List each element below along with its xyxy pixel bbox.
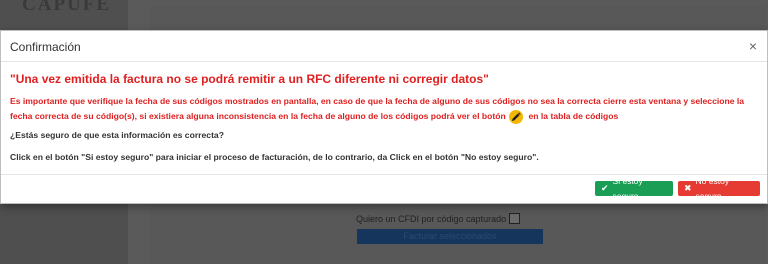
modal-header: Confirmación × (1, 31, 767, 62)
modal-title: Confirmación (10, 40, 81, 54)
warning-headline: "Una vez emitida la factura no se podrá … (10, 72, 489, 86)
pencil-icon[interactable] (509, 109, 524, 124)
x-icon: ✖ (684, 183, 692, 193)
cancel-button-label: No estoy seguro (695, 175, 730, 201)
confirm-button[interactable]: ✔ Si estoy seguro (595, 176, 673, 201)
confirmation-question: ¿Estás seguro de que esta información es… (10, 130, 224, 140)
cfdi-per-code-checkbox (509, 213, 521, 224)
cfdi-per-code-option: Quiero un CFDI por código capturado (356, 213, 521, 224)
check-icon: ✔ (601, 183, 609, 193)
warning-paragraph: Es importante que verifique la fecha de … (10, 94, 762, 124)
confirm-button-label: Si estoy seguro (612, 175, 643, 201)
modal-footer: ✔ Si estoy seguro ✖ No estoy seguro (1, 174, 767, 204)
cancel-button[interactable]: ✖ No estoy seguro (678, 176, 760, 201)
instruction-text: Click en el botón "Si estoy seguro" para… (10, 152, 539, 162)
warning-text-end: en la tabla de códigos (528, 111, 619, 121)
confirmation-modal: Confirmación × "Una vez emitida la factu… (0, 30, 768, 204)
logo: CAPUFE (22, 0, 112, 15)
warning-text: Es importante que verifique la fecha de … (10, 96, 745, 121)
modal-body: "Una vez emitida la factura no se podrá … (10, 72, 762, 162)
invoice-selected-button: Facturar seleccionados (357, 229, 543, 244)
cfdi-per-code-label: Quiero un CFDI por código capturado (356, 213, 507, 224)
close-button[interactable]: × (749, 39, 757, 53)
